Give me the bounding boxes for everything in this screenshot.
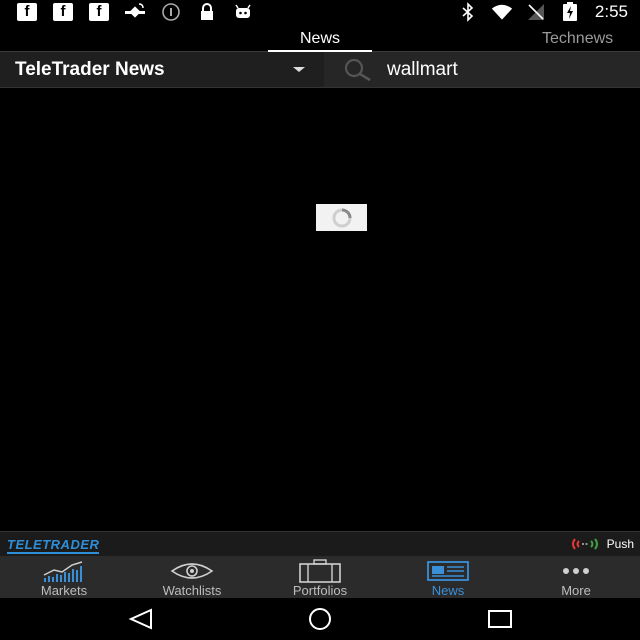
push-status[interactable]: Push — [569, 536, 634, 552]
facebook-icon: f — [16, 2, 38, 22]
logo-underline — [7, 552, 100, 554]
facebook-icon: f — [88, 2, 110, 22]
bluetooth-icon — [457, 2, 479, 22]
nav-more-label: More — [561, 583, 591, 598]
teletrader-logo-text: TELETRADER — [7, 537, 100, 552]
nav-watchlists[interactable]: Watchlists — [128, 556, 256, 598]
back-button[interactable] — [126, 606, 156, 632]
back-triangle-icon — [128, 608, 152, 630]
more-dots-icon — [554, 559, 598, 583]
news-source-label: TeleTrader News — [15, 59, 165, 80]
newspaper-icon — [426, 559, 470, 583]
news-list-area — [0, 89, 640, 531]
tab-news[interactable]: News — [268, 30, 372, 52]
status-time: 2:55 — [594, 2, 628, 21]
briefcase-icon — [298, 559, 342, 583]
recents-square-icon — [488, 610, 512, 628]
nav-news-label: News — [431, 583, 465, 598]
lock-icon — [196, 2, 218, 22]
home-circle-icon — [309, 608, 331, 630]
nav-news[interactable]: News — [384, 556, 512, 598]
news-source-dropdown[interactable]: TeleTrader News — [0, 52, 322, 87]
recents-button[interactable] — [485, 606, 515, 632]
battery-charging-icon — [559, 2, 581, 22]
search-input[interactable]: wallmart — [324, 52, 640, 87]
system-navigation-bar — [0, 598, 640, 640]
status-system-icons: 2:55 — [457, 2, 628, 22]
bottom-navigation: Markets Watchlists Portfolios News More — [0, 556, 640, 598]
status-bar: f f f 2:55 — [0, 0, 640, 24]
nav-more[interactable]: More — [512, 556, 640, 598]
news-toolbar: TeleTrader News wallmart — [0, 52, 640, 88]
loading-spinner-icon — [332, 208, 351, 227]
nav-markets[interactable]: Markets — [0, 556, 128, 598]
loading-indicator — [316, 204, 367, 231]
teletrader-logo: TELETRADER — [7, 537, 100, 554]
wifi-icon — [491, 2, 513, 22]
nav-watchlists-label: Watchlists — [162, 583, 222, 598]
home-button[interactable] — [305, 606, 335, 632]
tab-bar: News Technews — [0, 24, 640, 52]
nav-markets-label: Markets — [40, 583, 88, 598]
dropdown-arrow-icon — [293, 67, 305, 72]
markets-chart-icon — [42, 559, 86, 583]
facebook-icon: f — [52, 2, 74, 22]
tab-technews[interactable]: Technews — [542, 30, 613, 48]
search-query-text: wallmart — [387, 59, 458, 80]
signal-icon — [525, 2, 547, 22]
nav-portfolios-label: Portfolios — [292, 583, 348, 598]
info-icon — [160, 2, 182, 22]
android-icon — [232, 2, 254, 22]
eye-icon — [170, 559, 214, 583]
search-icon — [344, 58, 371, 82]
push-connection-icon — [571, 538, 598, 550]
satellite-icon — [124, 2, 146, 22]
push-label: Push — [606, 537, 634, 551]
status-notification-icons: f f f — [16, 2, 254, 22]
nav-portfolios[interactable]: Portfolios — [256, 556, 384, 598]
brand-bar: TELETRADER Push — [0, 531, 640, 556]
